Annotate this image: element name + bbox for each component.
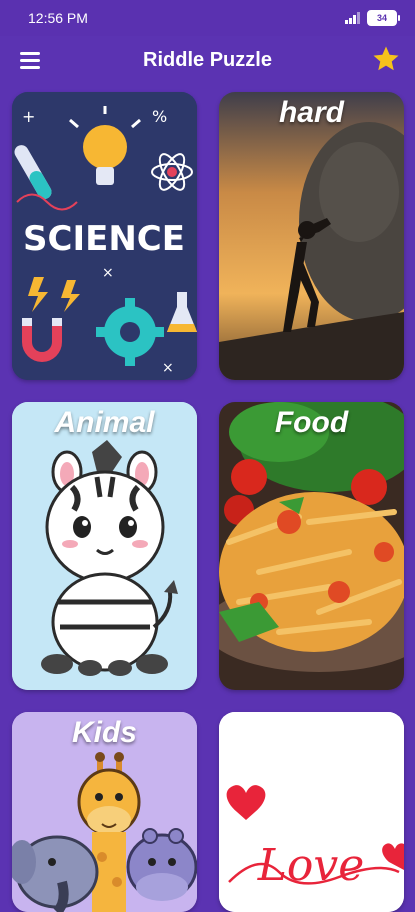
love-illustration: Love	[219, 712, 404, 912]
app-title: Riddle Puzzle	[143, 49, 272, 71]
status-bar: 12:56 PM 34	[0, 0, 415, 36]
svg-text:×: ×	[162, 360, 174, 376]
category-title: hard	[278, 96, 344, 129]
svg-text:%: %	[152, 107, 167, 126]
star-icon[interactable]	[371, 44, 401, 74]
signal-icon	[345, 12, 360, 24]
category-title: Kids	[71, 716, 137, 749]
category-card-science[interactable]: + % × × SCIENCE	[12, 92, 197, 380]
hard-illustration	[219, 92, 404, 380]
category-card-hard[interactable]: hard	[219, 92, 404, 380]
battery-level: 34	[376, 13, 387, 23]
category-card-food[interactable]: Food	[219, 402, 404, 690]
category-card-animal[interactable]: Animal	[12, 402, 197, 690]
science-illustration: + % × × SCIENCE	[12, 92, 197, 380]
science-text: SCIENCE	[23, 219, 185, 259]
pasta-illustration	[219, 402, 404, 690]
category-title: Animal	[54, 406, 155, 439]
zebra-illustration	[12, 402, 197, 690]
category-card-love[interactable]: Love	[219, 712, 404, 912]
svg-text:×: ×	[102, 265, 114, 281]
svg-text:+: +	[22, 107, 35, 126]
category-card-kids[interactable]: Kids	[12, 712, 197, 912]
category-title: Food	[274, 406, 349, 439]
status-time: 12:56 PM	[28, 10, 88, 26]
battery-icon: 34	[367, 10, 400, 26]
status-icons: 34	[345, 10, 400, 26]
app-bar: Riddle Puzzle	[0, 36, 415, 86]
love-text: Love	[257, 840, 365, 891]
